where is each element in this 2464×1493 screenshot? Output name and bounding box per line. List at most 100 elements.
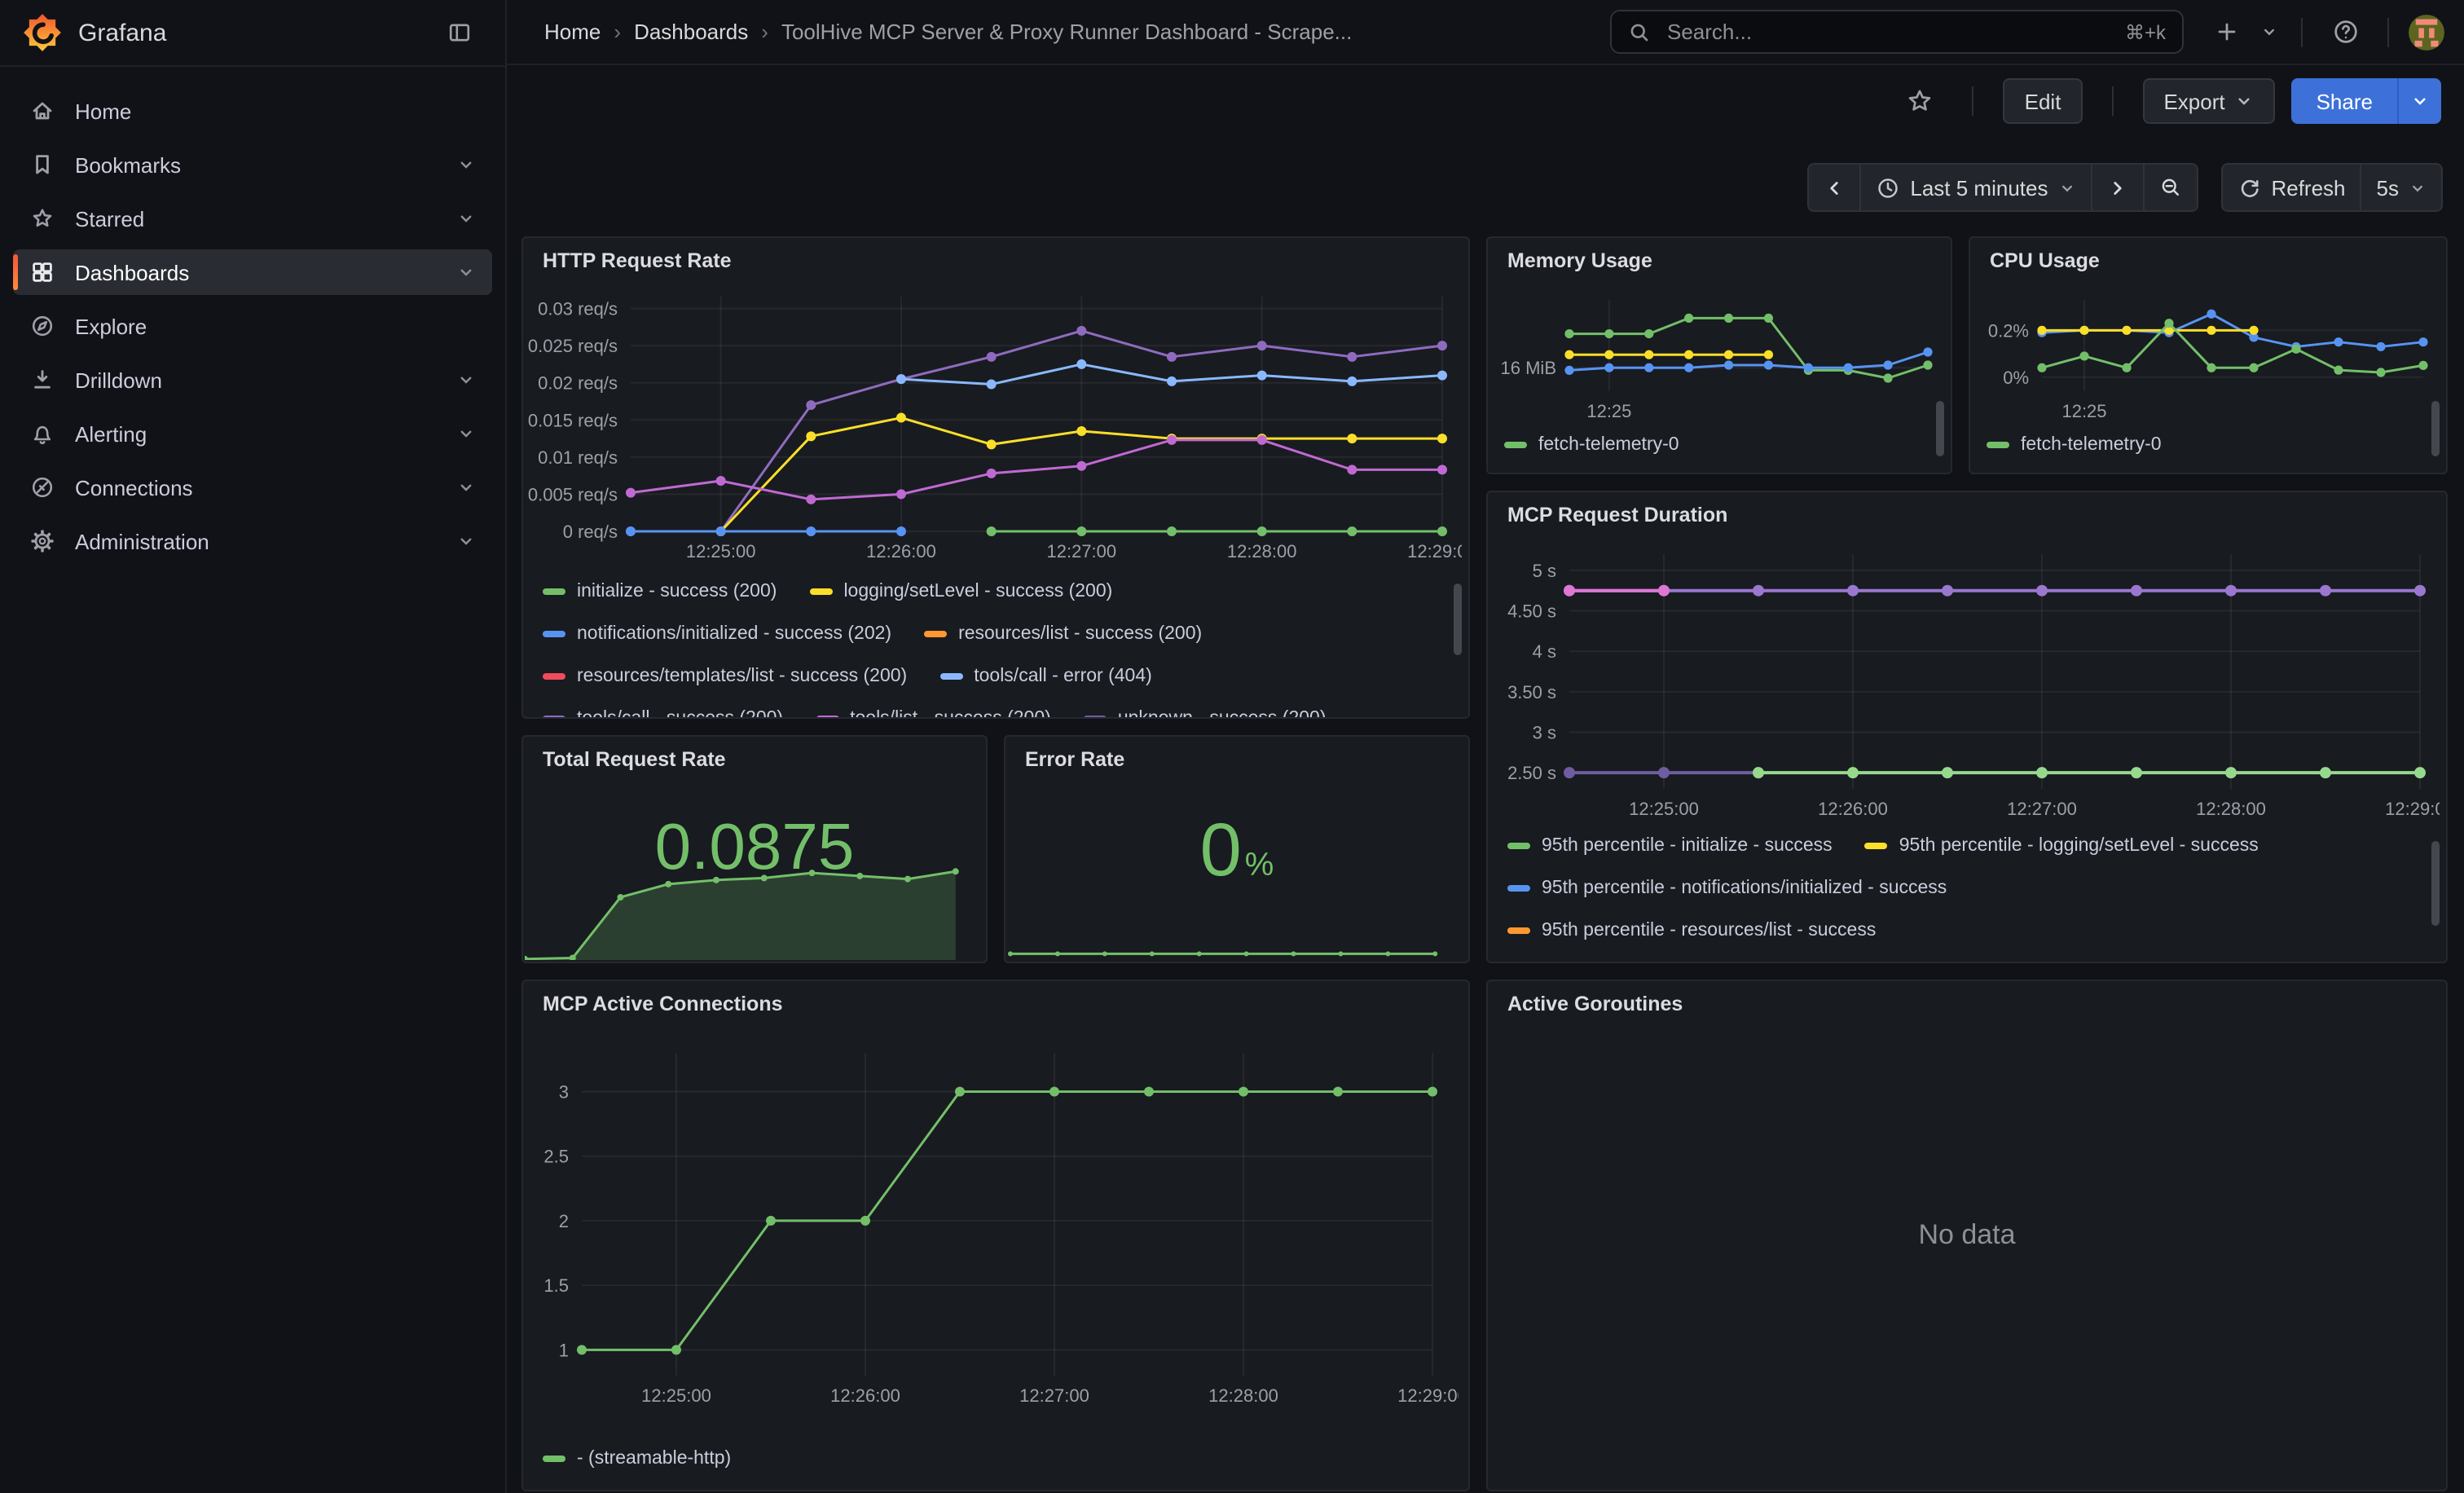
sidebar-item-home[interactable]: Home — [13, 88, 492, 134]
panel-title[interactable]: HTTP Request Rate — [523, 238, 1468, 272]
panel-title[interactable]: Memory Usage — [1488, 238, 1951, 272]
sidebar-item-explore[interactable]: Explore — [13, 303, 492, 349]
chevron-down-icon[interactable] — [456, 478, 476, 497]
edit-button[interactable]: Edit — [2004, 78, 2083, 124]
chevron-down-icon — [2409, 178, 2427, 196]
svg-text:0.03 req/s: 0.03 req/s — [538, 299, 618, 319]
legend-scrollbar[interactable] — [1454, 584, 1462, 655]
legend-label: 95th percentile - initialize - success — [1542, 835, 1833, 855]
chevron-down-icon[interactable] — [456, 155, 476, 174]
svg-text:0.005 req/s: 0.005 req/s — [528, 484, 618, 504]
svg-text:0.2%: 0.2% — [1988, 320, 2029, 341]
legend-label: fetch-telemetry-0 — [2021, 434, 2162, 454]
legend-item[interactable]: unknown - success (200) — [1084, 704, 1327, 717]
grafana-logo-icon[interactable] — [23, 13, 62, 52]
mcp-request-duration-chart[interactable]: 5 s4.50 s4 s3.50 s3 s2.50 s12:25:0012:26… — [1491, 538, 2440, 828]
add-chevron-icon[interactable] — [2255, 9, 2281, 55]
panel-title[interactable]: MCP Request Duration — [1488, 492, 2446, 526]
legend-item[interactable]: tools/call - success (200) — [543, 704, 783, 717]
legend-scrollbar[interactable] — [2431, 841, 2440, 926]
legend-color-dash — [1507, 884, 1530, 891]
legend-item[interactable]: fetch-telemetry-0 — [1987, 430, 2162, 458]
mcp-active-connections-chart[interactable]: 11.522.5312:25:0012:26:0012:27:0012:28:0… — [526, 1030, 1459, 1421]
legend-color-dash — [1504, 441, 1527, 447]
breadcrumb-home[interactable]: Home — [544, 20, 601, 44]
share-menu-caret[interactable] — [2397, 78, 2441, 124]
legend-item[interactable]: 95th percentile - logging/setLevel - suc… — [1865, 831, 2259, 859]
zoom-out-button[interactable] — [2142, 163, 2198, 212]
panel-title[interactable]: CPU Usage — [1970, 238, 2446, 272]
search-input-box[interactable]: ⌘+k — [1610, 10, 2184, 54]
legend-item[interactable]: fetch-telemetry-0 — [1504, 430, 1679, 458]
svg-text:12:28:00: 12:28:00 — [2196, 799, 2266, 819]
favorite-star-icon[interactable] — [1898, 78, 1943, 124]
panel-title[interactable]: MCP Active Connections — [523, 981, 1468, 1015]
legend-item[interactable]: notifications/initialized - success (202… — [543, 619, 891, 647]
chevron-down-icon[interactable] — [456, 209, 476, 228]
svg-text:0.01 req/s: 0.01 req/s — [538, 447, 618, 468]
sidebar-item-connections[interactable]: Connections — [13, 465, 492, 510]
sidebar-item-drilldown[interactable]: Drilldown — [13, 357, 492, 403]
time-shift-back-button[interactable] — [1807, 163, 1861, 212]
dock-sidebar-icon[interactable] — [437, 10, 482, 55]
time-shift-forward-button[interactable] — [2090, 163, 2144, 212]
legend-scrollbar[interactable] — [1936, 401, 1944, 456]
sidebar-item-starred[interactable]: Starred — [13, 196, 492, 241]
time-range-picker[interactable]: Last 5 minutes — [1859, 163, 2092, 212]
legend-label: unknown - success (200) — [1118, 708, 1327, 717]
http-request-rate-chart[interactable]: 0 req/s0.005 req/s0.01 req/s0.015 req/s0… — [526, 284, 1462, 567]
sidebar-item-label: Starred — [75, 206, 144, 231]
legend-item[interactable]: tools/list - success (200) — [816, 704, 1051, 717]
svg-text:2: 2 — [559, 1211, 569, 1231]
search-input[interactable] — [1664, 18, 2125, 46]
memory-usage-chart[interactable]: 16 MiB12:25 — [1491, 280, 1944, 421]
chevron-down-icon[interactable] — [456, 370, 476, 390]
legend-label: fetch-telemetry-0 — [1538, 434, 1679, 454]
sidebar-item-dashboards[interactable]: Dashboards — [13, 249, 492, 295]
compass-icon — [29, 313, 55, 339]
chevron-down-icon[interactable] — [456, 424, 476, 443]
legend-item[interactable]: 95th percentile - resources/list - succe… — [1507, 916, 1876, 944]
export-button[interactable]: Export — [2142, 78, 2275, 124]
sidebar-item-alerting[interactable]: Alerting — [13, 411, 492, 456]
legend-item[interactable]: 95th percentile - resources/templates/li… — [1507, 958, 1962, 962]
legend-item[interactable]: logging/setLevel - success (200) — [809, 577, 1112, 605]
cpu-usage-chart[interactable]: 0.2%0%12:25 — [1973, 280, 2440, 421]
share-button[interactable]: Share — [2292, 78, 2397, 124]
svg-text:12:26:00: 12:26:00 — [866, 541, 936, 562]
sidebar-item-administration[interactable]: Administration — [13, 518, 492, 564]
refresh-interval-picker[interactable]: 5s — [2361, 163, 2443, 212]
chevron-down-icon — [2235, 91, 2255, 111]
divider — [2301, 17, 2303, 46]
legend-item[interactable]: resources/templates/list - success (200) — [543, 662, 907, 689]
legend-label: tools/list - success (200) — [850, 708, 1051, 717]
legend-item[interactable]: 95th percentile - initialize - success — [1507, 831, 1833, 859]
chevron-down-icon[interactable] — [456, 262, 476, 282]
legend-item[interactable]: resources/list - success (200) — [924, 619, 1202, 647]
legend-item[interactable]: tools/call - error (404) — [939, 662, 1152, 689]
error-rate-sparkline[interactable] — [1007, 940, 1467, 960]
legend-color-dash — [1987, 441, 2009, 447]
chevron-down-icon[interactable] — [456, 531, 476, 551]
add-button[interactable] — [2203, 9, 2249, 55]
legend-color-dash — [543, 1455, 565, 1461]
legend-scrollbar[interactable] — [2431, 401, 2440, 456]
legend-color-dash — [809, 588, 832, 594]
refresh-button[interactable]: Refresh — [2220, 163, 2361, 212]
legend-item[interactable]: initialize - success (200) — [543, 577, 777, 605]
sidebar-item-bookmarks[interactable]: Bookmarks — [13, 142, 492, 187]
user-avatar[interactable] — [2409, 14, 2444, 50]
legend-item[interactable]: - (streamable-http) — [543, 1444, 731, 1472]
panel-title[interactable]: Total Request Rate — [523, 737, 986, 771]
help-icon[interactable] — [2322, 9, 2368, 55]
panel-title[interactable]: Error Rate — [1005, 737, 1468, 771]
svg-text:2.5: 2.5 — [543, 1147, 569, 1167]
svg-text:12:25:00: 12:25:00 — [641, 1385, 711, 1406]
refresh-label: Refresh — [2271, 175, 2345, 200]
no-data-message: No data — [1488, 1219, 2446, 1252]
svg-text:0.025 req/s: 0.025 req/s — [528, 336, 618, 356]
legend-item[interactable]: 95th percentile - notifications/initiali… — [1507, 874, 1947, 901]
panel-title[interactable]: Active Goroutines — [1488, 981, 2446, 1015]
search-icon — [1628, 20, 1651, 43]
breadcrumb-dashboards[interactable]: Dashboards — [634, 20, 748, 44]
